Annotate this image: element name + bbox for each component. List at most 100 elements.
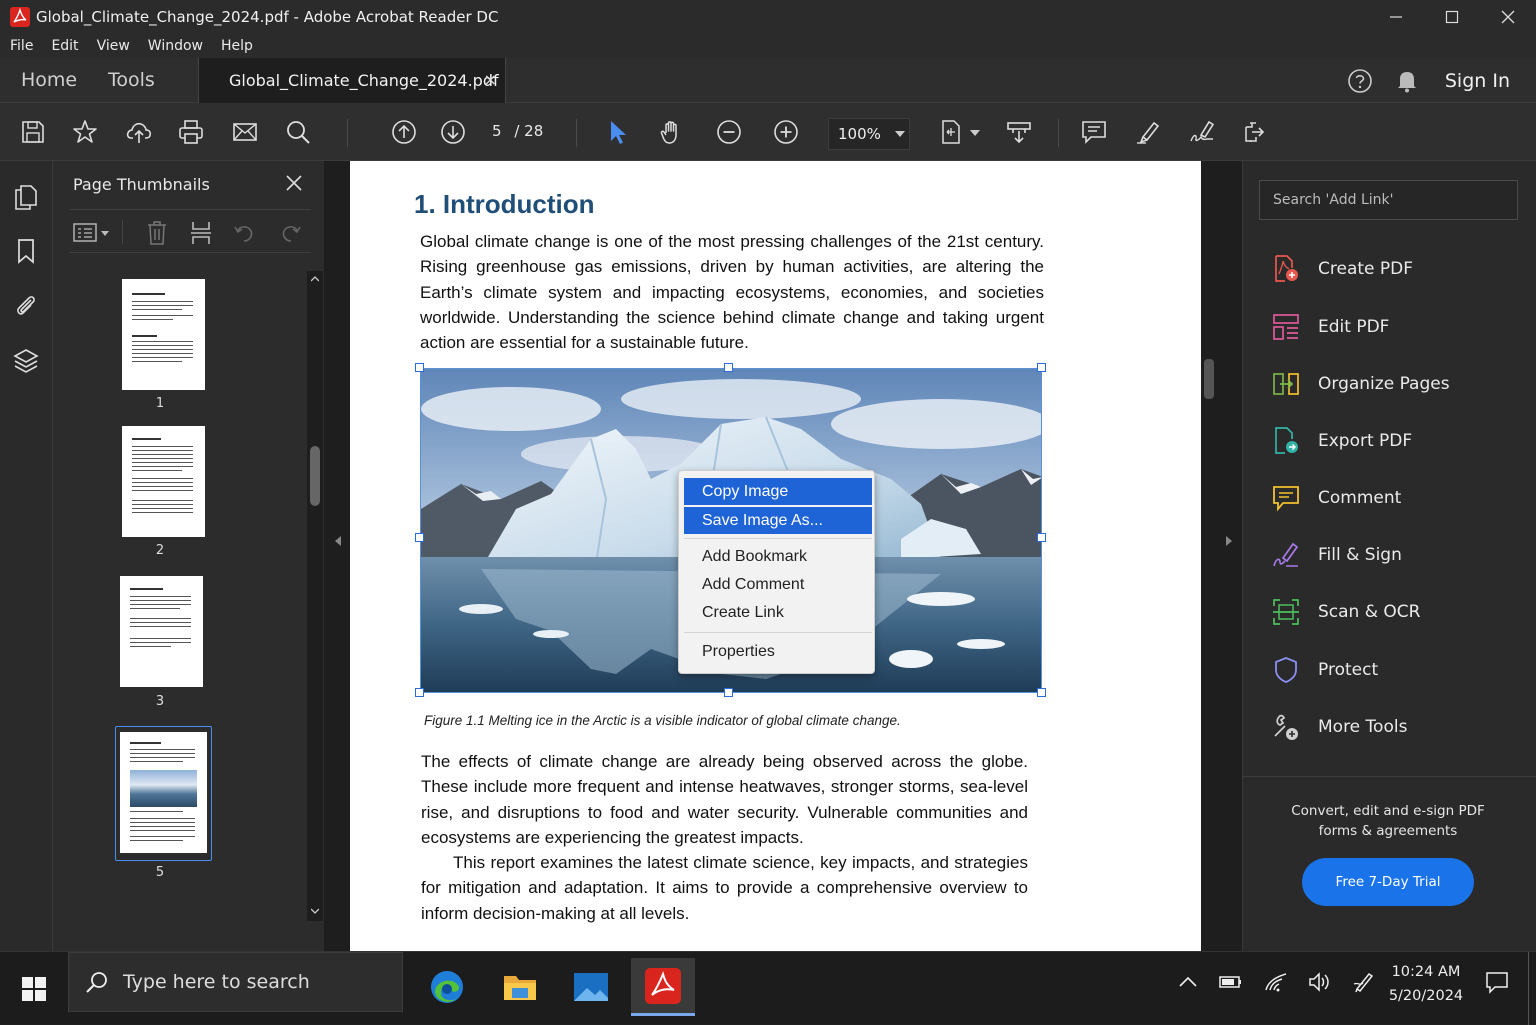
- menu-view[interactable]: View: [97, 38, 130, 54]
- tool-edit-pdf[interactable]: Edit PDF: [1271, 307, 1389, 347]
- tools-search-input[interactable]: Search 'Add Link': [1259, 180, 1518, 220]
- menu-create-link[interactable]: Create Link: [684, 599, 872, 626]
- comment-button[interactable]: [1079, 117, 1109, 147]
- previous-page-button[interactable]: [389, 117, 419, 147]
- email-button[interactable]: [230, 117, 260, 147]
- minimize-button[interactable]: [1368, 0, 1424, 34]
- start-button[interactable]: [0, 952, 68, 1025]
- notifications-bell-icon[interactable]: [1395, 68, 1419, 94]
- resize-handle[interactable]: [724, 363, 733, 372]
- photos-app[interactable]: [559, 958, 623, 1016]
- menu-file[interactable]: File: [10, 38, 33, 54]
- menu-copy-image[interactable]: Copy Image: [684, 478, 872, 505]
- tool-more-tools[interactable]: More Tools: [1271, 707, 1407, 747]
- tool-export-pdf[interactable]: Export PDF: [1271, 421, 1412, 461]
- chevron-down-icon[interactable]: [970, 130, 980, 136]
- menu-save-image-as[interactable]: Save Image As...: [684, 507, 872, 534]
- volume-icon[interactable]: [1308, 970, 1332, 994]
- wifi-icon[interactable]: [1264, 970, 1288, 994]
- tab-document[interactable]: Global_Climate_Change_2024.pdf ×: [198, 58, 506, 103]
- resize-handle[interactable]: [415, 363, 424, 372]
- tool-fill-and-sign[interactable]: Fill & Sign: [1271, 535, 1402, 575]
- close-window-button[interactable]: [1480, 0, 1536, 34]
- menu-edit[interactable]: Edit: [51, 38, 78, 54]
- scroll-mode-button[interactable]: [1004, 117, 1034, 147]
- next-page-button[interactable]: [438, 117, 468, 147]
- collapse-left-panel-icon[interactable]: [334, 536, 342, 546]
- delete-icon[interactable]: [145, 220, 169, 246]
- scrollbar-thumb[interactable]: [310, 446, 320, 506]
- help-icon[interactable]: [1347, 68, 1373, 94]
- rotate-left-icon[interactable]: [232, 221, 256, 245]
- sign-in-button[interactable]: Sign In: [1445, 70, 1510, 92]
- page-thumbnail-3[interactable]: [120, 576, 203, 687]
- file-explorer-app[interactable]: [488, 958, 552, 1016]
- close-tab-icon[interactable]: ×: [484, 70, 497, 89]
- page-fit-button[interactable]: [936, 117, 966, 147]
- system-clock[interactable]: 10:24 AM 5/20/2024: [1383, 960, 1469, 1008]
- layers-icon[interactable]: [12, 347, 40, 375]
- pen-icon[interactable]: [1352, 970, 1376, 994]
- page-thumbnail-5[interactable]: [120, 732, 207, 853]
- search-placeholder: Search 'Add Link': [1273, 192, 1394, 208]
- tool-create-pdf[interactable]: Create PDF: [1271, 249, 1413, 289]
- page-thumbnail-2[interactable]: [122, 426, 205, 537]
- thumbnail-scrollbar[interactable]: [307, 271, 323, 921]
- battery-icon[interactable]: [1219, 970, 1243, 994]
- pages-icon[interactable]: [12, 183, 40, 211]
- current-page-input[interactable]: 5: [492, 122, 502, 140]
- menu-add-bookmark[interactable]: Add Bookmark: [684, 543, 872, 570]
- upload-button[interactable]: [124, 117, 154, 147]
- zoom-dropdown[interactable]: 100%: [828, 118, 910, 150]
- bookmark-star-button[interactable]: [70, 117, 100, 147]
- close-icon[interactable]: [284, 173, 304, 193]
- document-scrollbar-thumb[interactable]: [1204, 359, 1214, 399]
- resize-handle[interactable]: [724, 688, 733, 697]
- highlight-button[interactable]: [1133, 117, 1163, 147]
- select-tool-button[interactable]: [602, 117, 632, 147]
- chevron-down-icon[interactable]: [311, 908, 319, 914]
- resize-handle[interactable]: [1037, 533, 1046, 542]
- insert-page-icon[interactable]: [189, 220, 213, 246]
- taskbar-search-box[interactable]: Type here to search: [68, 952, 403, 1012]
- notification-center-icon[interactable]: [1485, 970, 1509, 994]
- rotate-right-icon[interactable]: [279, 221, 303, 245]
- hand-tool-button[interactable]: [657, 117, 687, 147]
- acrobat-app[interactable]: [631, 958, 695, 1016]
- menu-separator: [684, 538, 872, 539]
- sign-button[interactable]: [1187, 117, 1217, 147]
- free-trial-button[interactable]: Free 7-Day Trial: [1302, 858, 1474, 906]
- tab-home[interactable]: Home: [21, 69, 77, 91]
- menu-window[interactable]: Window: [148, 38, 203, 54]
- tool-protect[interactable]: Protect: [1271, 650, 1378, 690]
- tab-tools[interactable]: Tools: [108, 69, 155, 91]
- share-button[interactable]: [1240, 117, 1270, 147]
- edge-app[interactable]: [415, 958, 479, 1016]
- page-thumbnail-1[interactable]: [122, 279, 205, 390]
- menu-properties[interactable]: Properties: [684, 638, 872, 665]
- tool-scan-ocr[interactable]: Scan & OCR: [1271, 592, 1420, 632]
- chevron-up-icon[interactable]: [311, 276, 319, 282]
- resize-handle[interactable]: [415, 533, 424, 542]
- maximize-button[interactable]: [1424, 0, 1480, 34]
- menu-help[interactable]: Help: [221, 38, 253, 54]
- resize-handle[interactable]: [1037, 363, 1046, 372]
- bookmark-icon[interactable]: [12, 237, 40, 265]
- print-button[interactable]: [176, 117, 206, 147]
- menu-add-comment[interactable]: Add Comment: [684, 571, 872, 598]
- tool-organize-pages[interactable]: Organize Pages: [1271, 364, 1450, 404]
- find-button[interactable]: [283, 117, 313, 147]
- resize-handle[interactable]: [415, 688, 424, 697]
- zoom-in-button[interactable]: [771, 117, 801, 147]
- windows-taskbar: Type here to search 10:24 AM 5/20/2024: [0, 951, 1536, 1025]
- show-desktop-button[interactable]: [1528, 952, 1529, 1025]
- collapse-right-panel-icon[interactable]: [1225, 536, 1233, 546]
- zoom-out-button[interactable]: [714, 117, 744, 147]
- resize-handle[interactable]: [1037, 688, 1046, 697]
- tool-comment[interactable]: Comment: [1271, 478, 1401, 518]
- save-button[interactable]: [18, 117, 48, 147]
- chevron-up-icon[interactable]: [1176, 970, 1200, 994]
- attachment-icon[interactable]: [12, 291, 40, 319]
- sign-icon: [1190, 120, 1215, 142]
- thumbnail-options-icon[interactable]: [73, 222, 111, 244]
